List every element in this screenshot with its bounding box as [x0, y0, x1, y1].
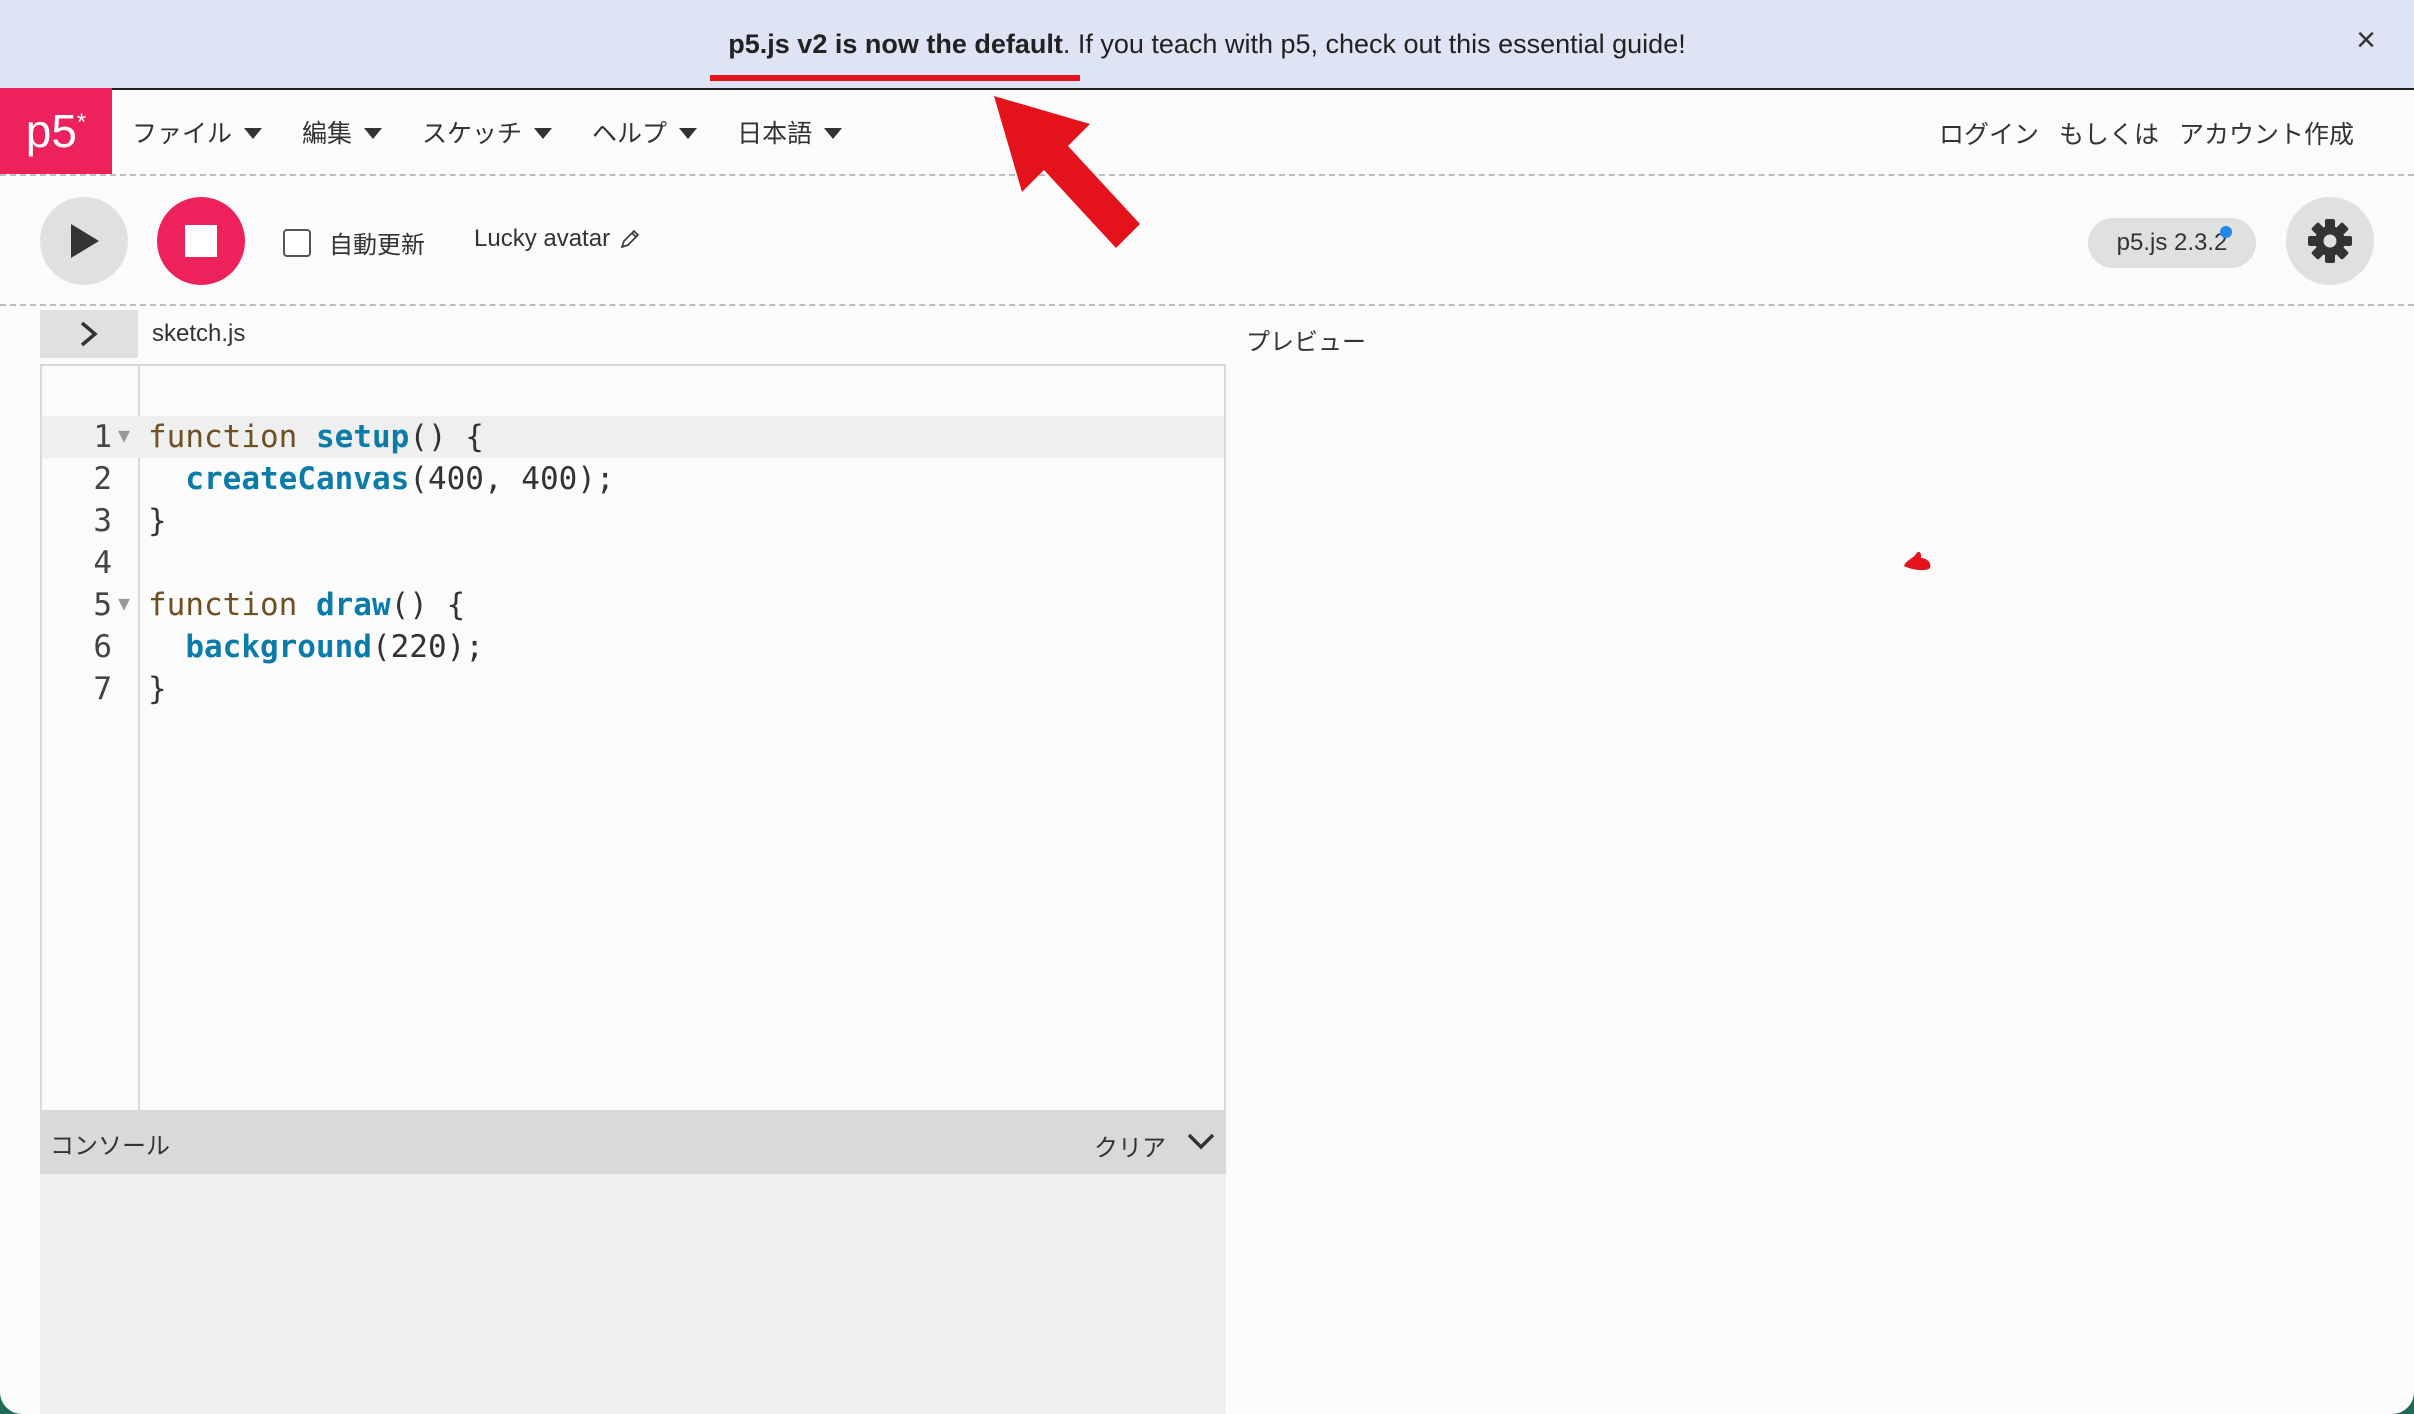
line-number: 5 [93, 587, 112, 623]
version-label: p5.js 2.3.2 [2116, 229, 2228, 256]
logo-text: p5 [25, 104, 77, 157]
sketch-name-text: Lucky avatar [474, 225, 611, 252]
code-text: function setup() { [148, 416, 484, 458]
code-line[interactable]: 6 background(220); [42, 626, 1224, 668]
autorefresh-label: 自動更新 [329, 232, 425, 259]
autorefresh-checkbox[interactable] [283, 228, 311, 257]
fold-arrow-icon[interactable]: ▼ [118, 414, 130, 456]
update-dot-icon [2220, 226, 2232, 238]
login-link[interactable]: ログイン [1939, 115, 2039, 151]
toolbar: 自動更新 Lucky avatar p5.js 2.3.2 [0, 176, 2414, 306]
code-line[interactable]: 4 [42, 542, 1224, 584]
menu-help[interactable]: ヘルプ [592, 114, 698, 150]
caret-down-icon [824, 128, 843, 139]
code-rest: (400, 400); [409, 461, 615, 497]
code-text: createCanvas(400, 400); [148, 458, 615, 500]
preview-canvas[interactable] [1240, 360, 2390, 1400]
version-selector[interactable]: p5.js 2.3.2 [2088, 218, 2256, 268]
line-number: 1 [93, 419, 112, 455]
line-number: 7 [93, 671, 112, 707]
line-number: 4 [93, 545, 112, 581]
caret-down-icon [679, 128, 698, 139]
console-label: コンソール [50, 1132, 170, 1160]
menu-help-label: ヘルプ [592, 119, 668, 148]
banner-rest-text: . If you teach with p5, check out this e… [1062, 28, 1686, 59]
function-name: setup [315, 419, 410, 455]
banner-bold-text[interactable]: p5.js v2 is now the default [728, 29, 1063, 59]
auth-or-text: もしくは [2058, 121, 2159, 149]
chevron-down-icon[interactable] [1184, 1124, 1218, 1158]
line-number: 3 [93, 503, 112, 539]
function-name: draw [315, 587, 391, 623]
code-text: } [148, 503, 167, 539]
menu-language-label: 日本語 [737, 119, 813, 148]
gear-icon [2308, 219, 2352, 263]
caret-down-icon [534, 128, 553, 139]
menu-bar: ファイル 編集 スケッチ ヘルプ 日本語 [132, 114, 882, 150]
logo-asterisk: * [76, 108, 87, 136]
code-rest: () { [409, 419, 484, 455]
line-number: 6 [93, 629, 112, 665]
chevron-right-icon [80, 321, 98, 347]
top-nav: p5 * ファイル 編集 スケッチ ヘルプ 日本語 ログイン もしくは アカウント… [0, 87, 2414, 176]
settings-button[interactable] [2286, 197, 2374, 285]
function-call: createCanvas [185, 461, 410, 497]
menu-sketch[interactable]: スケッチ [422, 114, 553, 150]
preview-label: プレビュー [1246, 329, 1366, 356]
code-rest: (220); [371, 629, 484, 665]
console-header: コンソール クリア [40, 1112, 1226, 1174]
cursor-mark-icon [1904, 551, 1931, 571]
menu-edit[interactable]: 編集 [302, 114, 383, 150]
play-button[interactable] [40, 197, 128, 285]
menu-language[interactable]: 日本語 [737, 114, 843, 150]
keyword: function [148, 587, 298, 623]
p5-editor-app: p5.js v2 is now the default. If you teac… [0, 0, 2414, 1414]
file-tab-sketch[interactable]: sketch.js [152, 320, 245, 348]
code-line[interactable]: 3 } [42, 500, 1224, 542]
code-line[interactable]: 7 } [42, 668, 1224, 710]
sketch-name[interactable]: Lucky avatar [474, 225, 642, 253]
auth-links: ログイン もしくは アカウント作成 [1919, 115, 2354, 151]
stop-icon [185, 225, 217, 257]
stop-button[interactable] [157, 197, 245, 285]
fold-arrow-icon[interactable]: ▼ [118, 582, 130, 624]
code-line[interactable]: 2 createCanvas(400, 400); [42, 458, 1224, 500]
code-text: background(220); [148, 626, 484, 668]
code-text: function draw() { [148, 584, 465, 626]
menu-file-label: ファイル [132, 119, 233, 148]
code-text: } [148, 671, 167, 707]
banner-message[interactable]: p5.js v2 is now the default. If you teac… [710, 28, 1686, 81]
menu-edit-label: 編集 [302, 119, 353, 148]
play-icon [71, 224, 99, 258]
caret-down-icon [364, 128, 383, 139]
announcement-banner: p5.js v2 is now the default. If you teac… [0, 0, 2414, 90]
p5-logo[interactable]: p5 * [0, 87, 112, 174]
menu-sketch-label: スケッチ [422, 119, 523, 148]
code-rest: () { [390, 587, 466, 623]
pencil-icon[interactable] [618, 227, 642, 251]
code-line[interactable]: 5 ▼ function draw() { [42, 584, 1224, 626]
function-call: background [185, 629, 372, 665]
code-line[interactable]: 1 ▼ function setup() { [42, 416, 1224, 458]
caret-down-icon [244, 128, 263, 139]
line-number: 2 [93, 461, 112, 497]
console-clear-button[interactable]: クリア [1094, 1128, 1166, 1163]
code-editor[interactable]: 1 ▼ function setup() { 2 createCanvas(40… [40, 364, 1226, 1112]
expand-sidebar-button[interactable] [40, 310, 138, 358]
annotation-arrow-icon [994, 96, 1140, 248]
signup-link[interactable]: アカウント作成 [2179, 115, 2354, 151]
keyword: function [148, 419, 298, 455]
console-output [40, 1174, 1226, 1414]
annotation-underline [710, 74, 1081, 81]
autorefresh-toggle[interactable]: 自動更新 [283, 225, 425, 260]
menu-file[interactable]: ファイル [132, 114, 263, 150]
close-icon[interactable]: × [2348, 22, 2384, 58]
